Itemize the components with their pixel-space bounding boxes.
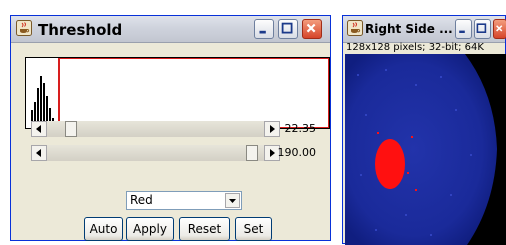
maximize-button[interactable] xyxy=(474,19,491,39)
histogram-plot[interactable] xyxy=(25,57,330,129)
maximize-icon xyxy=(281,22,293,34)
right-side-image-window: Right Side ... 128x128 pixels; 32-bit; 6… xyxy=(342,15,506,245)
close-icon xyxy=(306,23,316,33)
right-side-title: Right Side ... xyxy=(365,22,453,36)
min-threshold-slider[interactable] xyxy=(31,121,280,137)
fluorescence-image xyxy=(345,54,497,245)
min-slider-track[interactable] xyxy=(47,121,264,137)
minimize-icon xyxy=(459,30,465,33)
threshold-titlebar[interactable]: Threshold xyxy=(11,16,330,43)
cell-region xyxy=(345,54,497,245)
close-icon xyxy=(496,25,503,32)
auto-button[interactable]: Auto xyxy=(84,217,123,241)
min-slider-left-arrow[interactable] xyxy=(31,121,47,137)
image-info-text: 128x128 pixels; 32-bit; 64K xyxy=(346,42,484,53)
reset-button[interactable]: Reset xyxy=(179,217,230,241)
image-canvas[interactable] xyxy=(345,54,506,245)
max-threshold-slider[interactable] xyxy=(31,145,280,161)
lut-selected-value: Red xyxy=(130,193,153,207)
threshold-window: Threshold 22.35 190.00 Red Auto Apply Re… xyxy=(10,15,331,241)
right-side-titlebar[interactable]: Right Side ... xyxy=(343,16,506,43)
lut-dropdown-button[interactable] xyxy=(225,193,240,208)
max-slider-thumb[interactable] xyxy=(246,145,258,161)
min-slider-thumb[interactable] xyxy=(65,121,77,137)
max-threshold-value: 190.00 xyxy=(277,146,317,159)
max-slider-track[interactable] xyxy=(47,145,264,161)
chevron-down-icon xyxy=(229,199,236,203)
arrow-left-icon xyxy=(36,125,41,133)
set-button[interactable]: Set xyxy=(235,217,272,241)
threshold-title: Threshold xyxy=(38,21,123,39)
apply-button[interactable]: Apply xyxy=(126,217,174,241)
minimize-button[interactable] xyxy=(455,19,472,39)
histogram-graph xyxy=(31,58,329,128)
threshold-region xyxy=(58,58,329,128)
max-slider-left-arrow[interactable] xyxy=(31,145,47,161)
java-cup-icon xyxy=(16,20,32,36)
maximize-icon xyxy=(476,23,487,33)
minimize-icon xyxy=(259,30,266,34)
close-button[interactable] xyxy=(302,19,322,39)
java-cup-icon xyxy=(347,20,363,36)
close-button[interactable] xyxy=(493,19,506,39)
min-threshold-value: 22.35 xyxy=(284,122,317,135)
minimize-button[interactable] xyxy=(254,19,274,39)
arrow-left-icon xyxy=(36,149,41,157)
threshold-highlight-region xyxy=(375,139,405,189)
maximize-button[interactable] xyxy=(278,19,298,39)
lut-color-select[interactable]: Red xyxy=(126,191,242,210)
